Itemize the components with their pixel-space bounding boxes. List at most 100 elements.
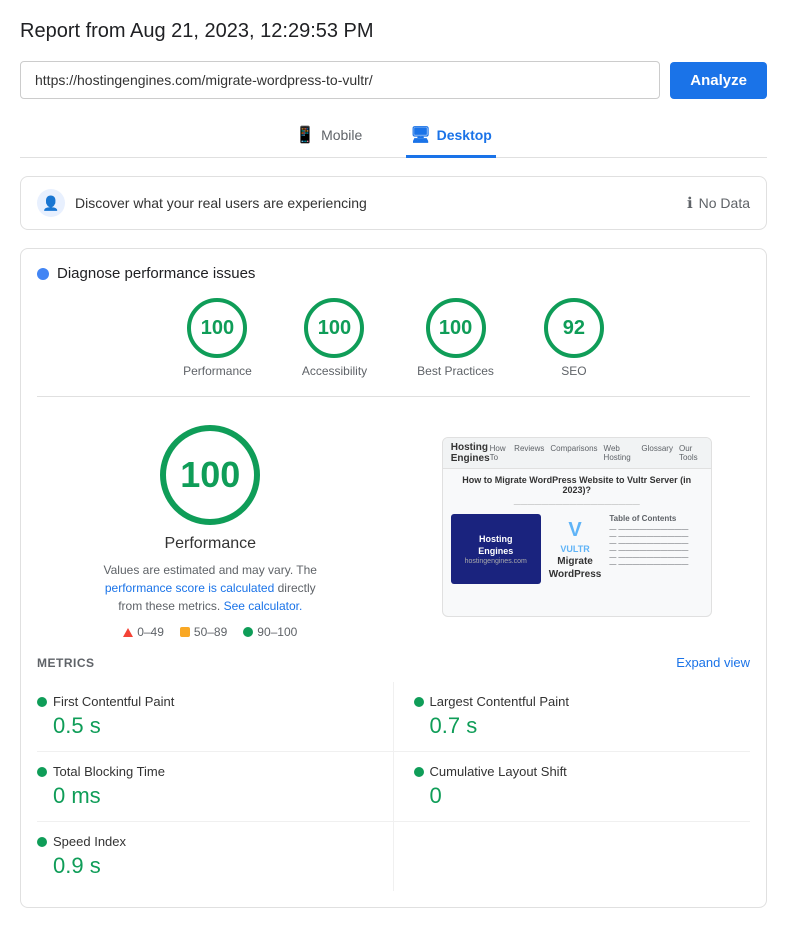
metric-tbt-value: 0 ms — [53, 783, 373, 809]
preview-vultr-v: V — [568, 519, 581, 542]
metric-si-value: 0.9 s — [53, 853, 373, 879]
legend-row: 0–49 50–89 90–100 — [123, 625, 297, 639]
metric-si-label: Speed Index — [53, 834, 126, 849]
legend-orange-icon — [180, 627, 190, 637]
report-title: Report from Aug 21, 2023, 12:29:53 PM — [20, 20, 767, 43]
score-best-practices: 100 Best Practices — [417, 298, 494, 378]
banner-no-data: No Data — [699, 195, 750, 211]
score-circle-accessibility: 100 — [304, 298, 364, 358]
score-performance: 100 Performance — [183, 298, 252, 378]
preview-banner-img: Hosting Engines hostingengines.com — [451, 514, 541, 584]
tabs: 📱 Mobile 🖥 Desktop — [20, 117, 767, 158]
metric-lcp-label-row: Largest Contentful Paint — [414, 694, 751, 709]
score-value-accessibility: 100 — [318, 317, 351, 340]
preview-toc-line6: — —————————— — [609, 561, 702, 568]
url-input[interactable] — [20, 61, 660, 99]
info-icon: ℹ — [687, 194, 693, 212]
score-circle-seo: 92 — [544, 298, 604, 358]
preview-toc-line5: — —————————— — [609, 554, 702, 561]
metrics-header: METRICS Expand view — [37, 655, 750, 670]
preview-toc-line3: — —————————— — [609, 540, 702, 547]
diagnose-title: Diagnose performance issues — [37, 265, 750, 282]
metric-si-label-row: Speed Index — [37, 834, 373, 849]
nav-link-comparisons: Comparisons — [550, 444, 597, 462]
score-label-performance: Performance — [183, 364, 252, 378]
diagnose-dot-icon — [37, 268, 49, 280]
preview-toc: Table of Contents — —————————— — ———————… — [609, 514, 702, 584]
metric-lcp-value: 0.7 s — [430, 713, 751, 739]
preview-site-url: hostingengines.com — [465, 558, 527, 565]
metrics-title: METRICS — [37, 656, 95, 670]
preview-logo: HostingEngines — [451, 442, 490, 464]
tab-desktop-label: Desktop — [437, 127, 492, 143]
metric-lcp: Largest Contentful Paint 0.7 s — [394, 682, 751, 752]
preview-banner-line2: Engines — [478, 546, 513, 556]
score-note: Values are estimated and may vary. The p… — [100, 561, 320, 615]
metrics-grid: First Contentful Paint 0.5 s Largest Con… — [37, 682, 750, 891]
banner-avatar-icon: 👤 — [37, 189, 65, 217]
big-score-label: Performance — [164, 535, 256, 553]
scores-row: 100 Performance 100 Accessibility 100 Be… — [37, 298, 750, 397]
metric-lcp-label: Largest Contentful Paint — [430, 694, 569, 709]
metric-si: Speed Index 0.9 s — [37, 822, 394, 891]
legend-orange-label: 50–89 — [194, 625, 227, 639]
preview-content: How to Migrate WordPress Website to Vult… — [443, 469, 711, 616]
legend-red-icon — [123, 628, 133, 637]
banner-left: 👤 Discover what your real users are expe… — [37, 189, 367, 217]
score-label-best-practices: Best Practices — [417, 364, 494, 378]
note-link2[interactable]: See calculator. — [224, 599, 303, 613]
score-label-accessibility: Accessibility — [302, 364, 367, 378]
metric-tbt-label: Total Blocking Time — [53, 764, 165, 779]
preview-body: Hosting Engines hostingengines.com V VUL… — [451, 514, 703, 584]
tab-mobile-label: Mobile — [321, 127, 362, 143]
big-score-value: 100 — [180, 454, 240, 496]
nav-link-glossary: Glossary — [641, 444, 673, 462]
legend-green: 90–100 — [243, 625, 297, 639]
metric-fcp: First Contentful Paint 0.5 s — [37, 682, 394, 752]
legend-orange: 50–89 — [180, 625, 227, 639]
crux-banner: 👤 Discover what your real users are expe… — [20, 176, 767, 230]
legend-green-icon — [243, 627, 253, 637]
desktop-icon: 🖥 — [410, 125, 430, 145]
metric-fcp-label-row: First Contentful Paint — [37, 694, 373, 709]
preview-vultr-label: VULTR — [560, 544, 589, 554]
metric-cls-value: 0 — [430, 783, 751, 809]
metric-cls-label: Cumulative Layout Shift — [430, 764, 567, 779]
tab-desktop[interactable]: 🖥 Desktop — [406, 117, 496, 158]
metrics-section: METRICS Expand view First Contentful Pai… — [37, 655, 750, 891]
score-accessibility: 100 Accessibility — [302, 298, 367, 378]
metric-fcp-value: 0.5 s — [53, 713, 373, 739]
mobile-icon: 📱 — [295, 125, 315, 145]
tab-mobile[interactable]: 📱 Mobile — [291, 117, 366, 158]
preview-toc-line4: — —————————— — [609, 547, 702, 554]
analyze-button[interactable]: Analyze — [670, 62, 767, 99]
nav-link-reviews: Reviews — [514, 444, 544, 462]
score-circle-performance: 100 — [187, 298, 247, 358]
detail-row: 100 Performance Values are estimated and… — [37, 415, 750, 639]
note-link[interactable]: performance score is calculated — [105, 581, 274, 595]
banner-text: Discover what your real users are experi… — [75, 195, 367, 211]
preview-toc-line1: — —————————— — [609, 526, 702, 533]
score-seo: 92 SEO — [544, 298, 604, 378]
score-value-seo: 92 — [563, 317, 585, 340]
metric-tbt: Total Blocking Time 0 ms — [37, 752, 394, 822]
diagnose-section: Diagnose performance issues 100 Performa… — [20, 248, 767, 908]
preview-migrate: V VULTR Migrate WordPress — [549, 514, 602, 584]
metric-cls: Cumulative Layout Shift 0 — [394, 752, 751, 822]
legend-green-label: 90–100 — [257, 625, 297, 639]
nav-link-tools: Our Tools — [679, 444, 703, 462]
score-circle-best-practices: 100 — [426, 298, 486, 358]
preview-nav-links: How To Reviews Comparisons Web Hosting G… — [490, 444, 703, 462]
metric-si-dot — [37, 837, 47, 847]
metric-tbt-label-row: Total Blocking Time — [37, 764, 373, 779]
preview-toc-title: Table of Contents — [609, 514, 702, 523]
detail-right: HostingEngines How To Reviews Comparison… — [404, 415, 751, 639]
preview-migrate-line2: WordPress — [549, 569, 602, 580]
preview-subheading: —————————————————— — [451, 501, 703, 508]
metric-fcp-dot — [37, 697, 47, 707]
preview-nav: HostingEngines How To Reviews Comparison… — [443, 438, 711, 469]
expand-view-button[interactable]: Expand view — [676, 655, 750, 670]
metric-cls-label-row: Cumulative Layout Shift — [414, 764, 751, 779]
score-value-best-practices: 100 — [439, 317, 472, 340]
big-score-circle: 100 — [160, 425, 260, 525]
